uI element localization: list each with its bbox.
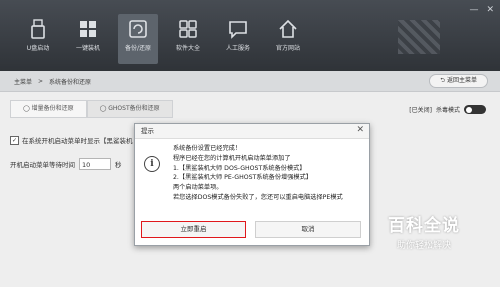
nav-one-click-install[interactable]: 一键装机 [68,14,108,64]
radio-icon: ◯ [23,105,32,112]
breadcrumb-bar: 主菜单 > 系统备份和还原 ⮌ 返回主菜单 [0,71,500,92]
show-boot-menu-label: 在系统开机启动菜单时显示【黑鲨装机 [22,137,133,145]
tab-bar: ◯ 增量备份和还原 ◯ GHOST备份和还原 [10,100,173,118]
watermark: 百科全说 助你轻松解决 [363,211,485,259]
show-boot-menu-checkbox[interactable]: ✓ [10,135,19,145]
breadcrumb-home[interactable]: 主菜单 [14,77,32,86]
breadcrumb-separator: > [38,78,44,85]
nav-manual-service[interactable]: 人工服务 [218,14,258,64]
nav-label: 一键装机 [75,45,100,52]
message-line: 程序已经在您的计算机开机启动菜单添加了 [173,154,291,162]
boot-wait-unit: 秒 [115,161,122,169]
tab-incremental-backup[interactable]: ◯ 增量备份和还原 [10,100,87,118]
nav-backup-restore[interactable]: 备份/还原 [118,14,158,64]
boot-wait-row: 开机启动菜单等待时间 10 秒 [10,158,122,170]
back-to-main-button[interactable]: ⮌ 返回主菜单 [429,74,488,88]
nav-usb-boot[interactable]: U盘启动 [18,14,58,64]
nav-label: U盘启动 [26,45,50,52]
show-boot-menu-option: ✓ 在系统开机启动菜单时显示【黑鲨装机 [10,135,133,145]
nav-label: 官方网站 [275,45,300,52]
pe-mode-setting: [已关闭] 杀毒模式 [409,105,486,114]
watermark-subtitle: 助你轻松解决 [396,241,451,251]
main-nav: U盘启动 一键装机 备份/还原 软件大全 人工服务 官方网站 [0,14,500,64]
windows-icon [80,21,96,37]
message-line: 若您选择DOS模式备份失败了，您还可以重启电脑选择PE模式 [173,193,343,201]
restart-now-button[interactable]: 立即重启 [141,221,246,238]
tab-label: GHOST备份和还原 [108,105,160,112]
prompt-dialog: 提示 ✕ i 系统备份设置已经完成！ 程序已经在您的计算机开机启动菜单添加了 1… [134,123,370,246]
backup-restore-icon [129,20,147,38]
dialog-message: 系统备份设置已经完成！ 程序已经在您的计算机开机启动菜单添加了 1.【黑鲨装机大… [173,144,365,203]
breadcrumb-current: 系统备份和还原 [49,79,92,86]
usb-icon [31,19,45,39]
boot-wait-label: 开机启动菜单等待时间 [10,161,75,169]
radio-icon: ◯ [99,105,109,112]
boot-wait-input[interactable]: 10 [79,158,111,170]
message-line: 2.【黑鲨装机大师 PE-GHOST系统备份增强模式】 [173,174,312,182]
chat-icon [229,21,247,39]
nav-label: 软件大全 [175,45,200,52]
pe-mode-status: [已关闭] [409,107,432,114]
message-line: 系统备份设置已经完成！ [173,145,242,152]
nav-official-site[interactable]: 官方网站 [268,14,308,64]
home-icon [279,19,297,38]
dialog-title: 提示 [135,124,369,139]
dialog-close-button[interactable]: ✕ [356,125,364,135]
info-icon: i [144,156,160,172]
breadcrumb: 主菜单 > 系统备份和还原 [14,77,91,86]
message-line: 1.【黑鲨装机大师 DOS-GHOST系统备份模式】 [173,164,306,172]
tab-label: 增量备份和还原 [31,105,74,112]
cancel-button[interactable]: 取消 [255,221,361,238]
tab-ghost-backup[interactable]: ◯ GHOST备份和还原 [86,100,173,118]
pe-mode-label: 杀毒模式 [435,107,460,114]
pe-mode-toggle[interactable] [464,105,486,114]
nav-label: 备份/还原 [124,45,152,52]
top-banner: — ✕ U盘启动 一键装机 备份/还原 软件大全 人工服务 官方网站 [0,0,500,71]
software-icon [179,20,197,38]
watermark-title: 百科全说 [388,216,460,236]
back-button-label: 返回主菜单 [446,77,477,84]
nav-software[interactable]: 软件大全 [168,14,208,64]
message-line: 两个启动菜单项。 [173,184,223,192]
back-arrow-icon: ⮌ [440,77,447,84]
nav-label: 人工服务 [225,45,250,52]
